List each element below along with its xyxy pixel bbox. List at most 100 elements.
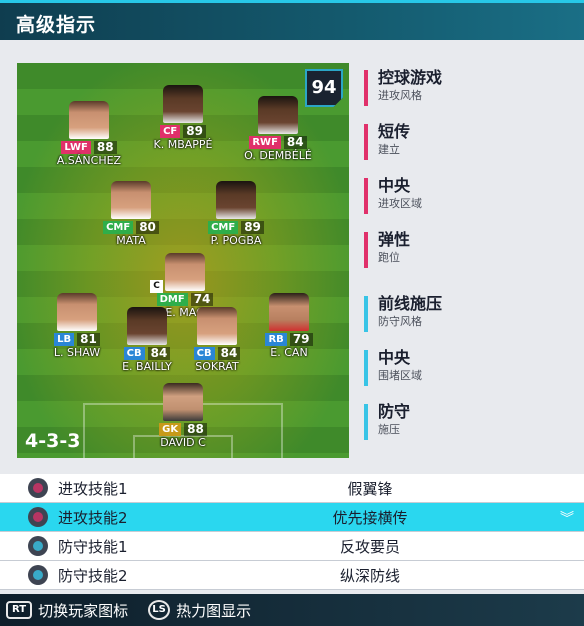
player-card[interactable]: RB 79 E. CAN <box>253 293 325 359</box>
skill-label: 进攻技能1 <box>58 479 128 498</box>
tactic-subtitle: 围堵区域 <box>378 369 422 382</box>
player-rating: 80 <box>136 220 159 234</box>
tactic-title: 前线施压 <box>378 294 443 313</box>
attack-indicator <box>364 232 368 268</box>
player-card[interactable]: CMF 89 P. POGBA <box>200 181 272 247</box>
player-name: A.SÁNCHEZ <box>56 154 122 167</box>
skill-value: 纵深防线 <box>339 566 400 585</box>
skill-row-defense-2[interactable]: 防守技能2 纵深防线 <box>0 561 584 590</box>
skill-value: 假翼锋 <box>347 479 393 498</box>
tactic-title: 中央 <box>378 348 411 367</box>
tactic-subtitle: 跑位 <box>378 251 400 264</box>
player-name: L. SHAW <box>53 346 101 359</box>
tactic-item[interactable]: 短传 建立 <box>364 122 574 176</box>
player-position: LB <box>54 332 75 346</box>
tactic-item[interactable]: 前线施压 防守风格 <box>364 294 574 348</box>
attack-indicator <box>364 124 368 160</box>
player-portrait <box>111 181 151 219</box>
player-portrait <box>57 293 97 331</box>
chevron-down-icon[interactable]: ︾ <box>560 508 574 528</box>
player-position: CMF <box>208 220 239 234</box>
player-card[interactable]: GK 88 DAVID C <box>147 383 219 449</box>
defense-indicator <box>364 404 368 440</box>
player-position: LWF <box>61 140 91 154</box>
player-position: CF <box>160 124 181 138</box>
player-portrait <box>163 383 203 421</box>
player-rating: 74 <box>190 292 214 306</box>
player-portrait <box>127 307 167 345</box>
ls-button-icon: LS <box>148 600 171 620</box>
tactic-title: 控球游戏 <box>378 68 443 87</box>
tactic-subtitle: 进攻风格 <box>378 89 422 102</box>
tactic-item[interactable]: 防守 施压 <box>364 402 574 456</box>
tactic-item[interactable]: 中央 进攻区域 <box>364 176 574 230</box>
player-card[interactable]: CB 84 SOKRAT <box>181 307 253 373</box>
player-card[interactable]: RWF 84 O. DEMBÉLÉ <box>242 96 314 162</box>
defense-skill-icon <box>28 565 48 585</box>
player-card[interactable]: LWF 88 A.SÁNCHEZ <box>53 101 125 167</box>
skill-label: 进攻技能2 <box>58 508 128 527</box>
player-rating: 88 <box>184 422 207 436</box>
defense-skill-icon <box>28 536 48 556</box>
player-position: RWF <box>249 135 281 149</box>
player-portrait <box>69 101 109 139</box>
title-bar: 高级指示 <box>0 0 584 40</box>
player-position: GK <box>159 422 182 436</box>
skill-label: 防守技能2 <box>58 566 128 585</box>
player-portrait <box>165 253 205 291</box>
player-rating: 89 <box>241 220 264 234</box>
rt-button-icon: RT <box>6 601 33 619</box>
player-card[interactable]: CB 84 E. BAILLY <box>111 307 183 373</box>
player-name: DAVID C <box>160 436 206 449</box>
player-portrait <box>269 293 309 331</box>
page-title: 高级指示 <box>16 14 97 36</box>
tactics-list: 控球游戏 进攻风格 短传 建立 中央 进攻区域 弹性 跑位 前线施压 防守风格 … <box>364 68 574 456</box>
hint-label: 热力图显示 <box>176 601 252 620</box>
player-name: K. MBAPPÉ <box>153 138 213 151</box>
attack-skill-icon <box>28 478 48 498</box>
player-name: SOKRAT <box>195 360 239 373</box>
defense-indicator <box>364 296 368 332</box>
skill-row-defense-1[interactable]: 防守技能1 反攻要员 <box>0 532 584 561</box>
player-portrait <box>258 96 298 134</box>
player-card[interactable]: CMF 80 MATA <box>95 181 167 247</box>
formation-pitch: 94 LWF 88 A.SÁNCHEZ CF 89 K. MBAPPÉ RWF 84 … <box>17 63 349 458</box>
skill-row-attack-2[interactable]: 进攻技能2 优先接横传 ︾ <box>0 503 584 532</box>
tactic-title: 弹性 <box>378 230 411 249</box>
player-rating: 88 <box>93 140 117 154</box>
tactic-subtitle: 防守风格 <box>378 315 422 328</box>
attack-indicator <box>364 70 368 106</box>
player-card[interactable]: CF 89 K. MBAPPÉ <box>147 85 219 151</box>
player-name: O. DEMBÉLÉ <box>244 149 312 162</box>
tactic-title: 防守 <box>378 402 411 421</box>
tactic-title: 短传 <box>378 122 411 141</box>
player-portrait <box>197 307 237 345</box>
advanced-skills-list: 进攻技能1 假翼锋 进攻技能2 优先接横传 ︾ 防守技能1 反攻要员 防守技能2… <box>0 474 584 590</box>
player-name: E. BAILLY <box>122 360 172 373</box>
player-card[interactable]: LB 81 L. SHAW <box>41 293 113 359</box>
tactic-item[interactable]: 控球游戏 进攻风格 <box>364 68 574 122</box>
player-portrait <box>216 181 256 219</box>
player-position: CMF <box>103 220 134 234</box>
player-position: CB <box>193 346 215 360</box>
player-name: E. CAN <box>270 346 308 359</box>
attack-skill-icon <box>28 507 48 527</box>
skill-row-attack-1[interactable]: 进攻技能1 假翼锋 <box>0 474 584 503</box>
tactic-subtitle: 建立 <box>378 143 400 156</box>
tactic-item[interactable]: 中央 围堵区域 <box>364 348 574 402</box>
switch-player-icon-hint[interactable]: RT 切换玩家图标 <box>6 600 128 621</box>
attack-indicator <box>364 178 368 214</box>
heatmap-hint[interactable]: LS 热力图显示 <box>148 600 251 621</box>
player-position: CB <box>123 346 145 360</box>
player-name: P. POGBA <box>210 234 262 247</box>
skill-label: 防守技能1 <box>58 537 128 556</box>
skill-value: 反攻要员 <box>339 537 400 556</box>
tactic-subtitle: 进攻区域 <box>378 197 422 210</box>
player-portrait <box>163 85 203 123</box>
player-name: MATA <box>116 234 146 247</box>
player-rating: 84 <box>147 346 171 360</box>
tactic-title: 中央 <box>378 176 411 195</box>
player-rating: 84 <box>283 135 307 149</box>
skill-value: 优先接横传 <box>332 508 408 527</box>
tactic-item[interactable]: 弹性 跑位 <box>364 230 574 284</box>
